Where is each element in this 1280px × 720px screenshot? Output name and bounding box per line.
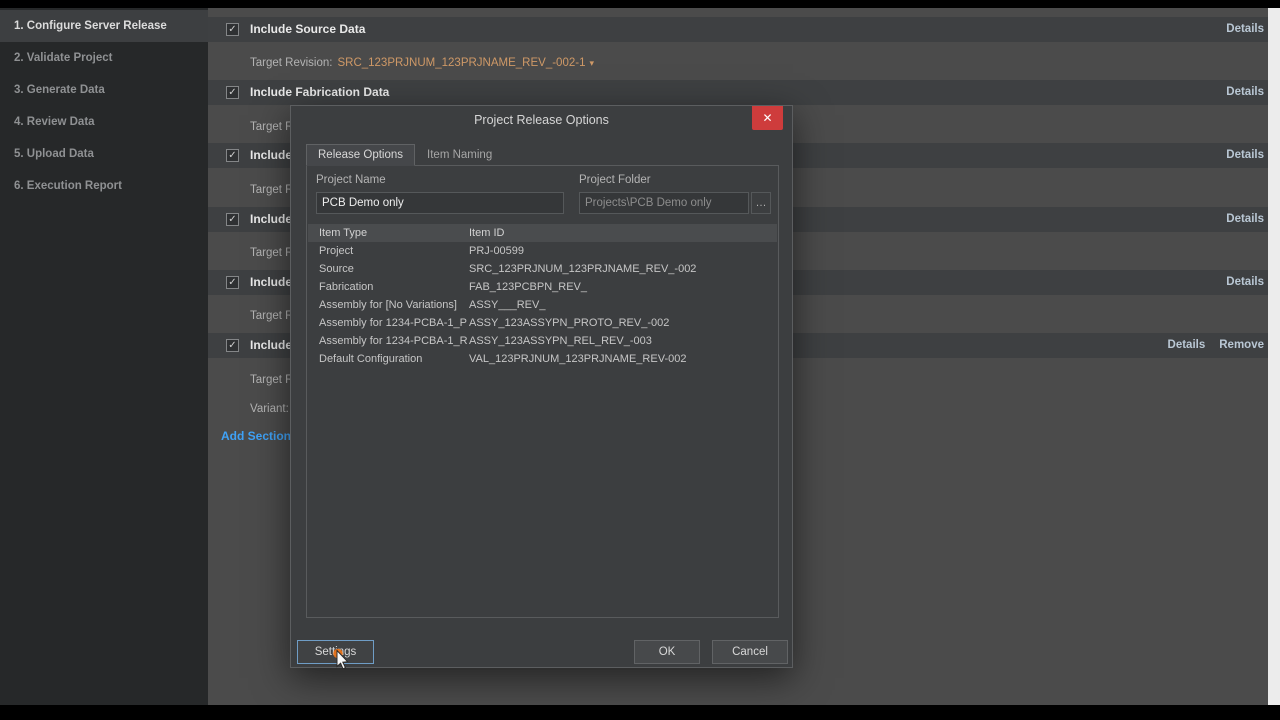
item-id-cell: ASSY_123ASSYPN_PROTO_REV_-002 xyxy=(469,317,670,329)
sidebar-item-execution-report[interactable]: 6. Execution Report xyxy=(0,170,208,202)
project-name-input[interactable] xyxy=(316,192,564,214)
section-title: Include Fabrication Data xyxy=(250,85,390,99)
item-type-cell: Fabrication xyxy=(319,281,374,293)
column-header-item-id: Item ID xyxy=(469,227,505,239)
target-revision-label: Target R xyxy=(250,247,294,259)
table-row[interactable]: Default Configuration VAL_123PRJNUM_123P… xyxy=(308,350,777,368)
section-title: Include xyxy=(250,338,293,352)
item-type-cell: Assembly for 1234-PCBA-1_R xyxy=(319,335,468,347)
details-link[interactable]: Details xyxy=(1226,270,1264,295)
item-type-cell: Source xyxy=(319,263,354,275)
table-header-row: Item Type Item ID xyxy=(308,224,777,242)
sidebar-item-configure-server-release[interactable]: 1. Configure Server Release xyxy=(0,10,208,42)
ok-button[interactable]: OK xyxy=(634,640,700,664)
cancel-button[interactable]: Cancel xyxy=(712,640,788,664)
item-id-cell: FAB_123PCBPN_REV_ xyxy=(469,281,588,293)
section-title: Include xyxy=(250,148,293,162)
check-icon: ✓ xyxy=(228,277,237,288)
sidebar-item-generate-data[interactable]: 3. Generate Data xyxy=(0,74,208,106)
item-type-cell: Default Configuration xyxy=(319,353,423,365)
check-icon: ✓ xyxy=(228,87,237,98)
target-revision-label: Target R xyxy=(250,374,294,386)
table-row[interactable]: Project PRJ-00599 xyxy=(308,242,777,260)
tab-item-naming[interactable]: Item Naming xyxy=(415,144,504,166)
target-revision-label: Target R xyxy=(250,121,294,133)
table-row[interactable]: Assembly for [No Variations] ASSY___REV_ xyxy=(308,296,777,314)
variant-row: Variant: xyxy=(250,400,289,416)
item-id-cell: SRC_123PRJNUM_123PRJNAME_REV_-002 xyxy=(469,263,697,275)
dialog-title: Project Release Options xyxy=(474,113,609,127)
details-link[interactable]: Details xyxy=(1226,207,1264,232)
target-revision-label: Target R xyxy=(250,184,294,196)
settings-button[interactable]: Settings xyxy=(297,640,374,664)
section-title: Include xyxy=(250,212,293,226)
target-revision-label: Target R xyxy=(250,310,294,322)
project-folder-label: Project Folder xyxy=(579,174,651,186)
table-row[interactable]: Fabrication FAB_123PCBPN_REV_ xyxy=(308,278,777,296)
details-link[interactable]: Details xyxy=(1226,17,1264,42)
section-title: Include Source Data xyxy=(250,22,366,36)
section-header-source-data: ✓ Include Source Data Details xyxy=(208,17,1280,42)
add-section-link[interactable]: Add Section xyxy=(221,429,291,443)
section-header-fabrication-data: ✓ Include Fabrication Data Details xyxy=(208,80,1280,105)
ellipsis-icon: … xyxy=(755,197,767,209)
sidebar-item-review-data[interactable]: 4. Review Data xyxy=(0,106,208,138)
table-row[interactable]: Assembly for 1234-PCBA-1_P ASSY_123ASSYP… xyxy=(308,314,777,332)
check-icon: ✓ xyxy=(228,24,237,35)
table-row[interactable]: Source SRC_123PRJNUM_123PRJNAME_REV_-002 xyxy=(308,260,777,278)
tab-release-options[interactable]: Release Options xyxy=(306,144,416,166)
target-revision-row: Target R xyxy=(250,371,293,387)
vertical-scrollbar[interactable] xyxy=(1268,8,1280,705)
close-button[interactable]: ✕ xyxy=(752,106,783,130)
dialog-tabs: Release Options Item Naming xyxy=(306,144,504,166)
include-source-checkbox[interactable]: ✓ xyxy=(226,23,239,36)
app-window: 1. Configure Server Release 2. Validate … xyxy=(0,0,1280,720)
sidebar-item-upload-data[interactable]: 5. Upload Data xyxy=(0,138,208,170)
item-type-cell: Assembly for 1234-PCBA-1_P xyxy=(319,317,467,329)
include-fabrication-checkbox[interactable]: ✓ xyxy=(226,86,239,99)
sidebar-item-validate-project[interactable]: 2. Validate Project xyxy=(0,42,208,74)
project-release-options-dialog: Project Release Options ✕ Release Option… xyxy=(290,105,793,668)
variant-label: Variant: xyxy=(250,403,289,415)
remove-link[interactable]: Remove xyxy=(1219,333,1264,358)
include-checkbox[interactable]: ✓ xyxy=(226,149,239,162)
wizard-step-sidebar: 1. Configure Server Release 2. Validate … xyxy=(0,8,208,705)
target-revision-link[interactable]: SRC_123PRJNUM_123PRJNAME_REV_-002-1 xyxy=(337,57,585,69)
target-revision-row: Target R xyxy=(250,118,293,134)
target-revision-row: Target R xyxy=(250,307,293,323)
project-folder-input[interactable] xyxy=(579,192,749,214)
item-type-cell: Project xyxy=(319,245,354,257)
details-link[interactable]: Details xyxy=(1226,80,1264,105)
item-id-cell: PRJ-00599 xyxy=(469,245,525,257)
release-options-panel: Project Name Project Folder … Item Type … xyxy=(306,165,779,618)
details-link[interactable]: Details xyxy=(1168,333,1206,358)
include-checkbox[interactable]: ✓ xyxy=(226,213,239,226)
close-icon: ✕ xyxy=(762,111,773,125)
section-title: Include xyxy=(250,275,293,289)
chevron-down-icon: ▾ xyxy=(589,58,594,68)
table-row[interactable]: Assembly for 1234-PCBA-1_R ASSY_123ASSYP… xyxy=(308,332,777,350)
item-naming-table: Item Type Item ID Project PRJ-00599 Sour… xyxy=(308,224,777,368)
check-icon: ✓ xyxy=(228,214,237,225)
letterbox-bottom xyxy=(0,705,1280,720)
include-checkbox[interactable]: ✓ xyxy=(226,276,239,289)
target-revision-label: Target Revision: xyxy=(250,57,333,69)
column-header-item-type: Item Type xyxy=(319,227,368,239)
check-icon: ✓ xyxy=(228,150,237,161)
browse-folder-button[interactable]: … xyxy=(751,192,771,214)
item-id-cell: ASSY___REV_ xyxy=(469,299,546,311)
item-id-cell: ASSY_123ASSYPN_REL_REV_-003 xyxy=(469,335,652,347)
item-type-cell: Assembly for [No Variations] xyxy=(319,299,457,311)
item-id-cell: VAL_123PRJNUM_123PRJNAME_REV-002 xyxy=(469,353,687,365)
check-icon: ✓ xyxy=(228,340,237,351)
target-revision-row: Target R xyxy=(250,181,293,197)
include-checkbox[interactable]: ✓ xyxy=(226,339,239,352)
letterbox-top xyxy=(0,0,1280,8)
target-revision-row: Target Revision: SRC_123PRJNUM_123PRJNAME… xyxy=(250,54,594,70)
details-link[interactable]: Details xyxy=(1226,143,1264,168)
project-name-label: Project Name xyxy=(316,174,386,186)
target-revision-row: Target R xyxy=(250,244,293,260)
